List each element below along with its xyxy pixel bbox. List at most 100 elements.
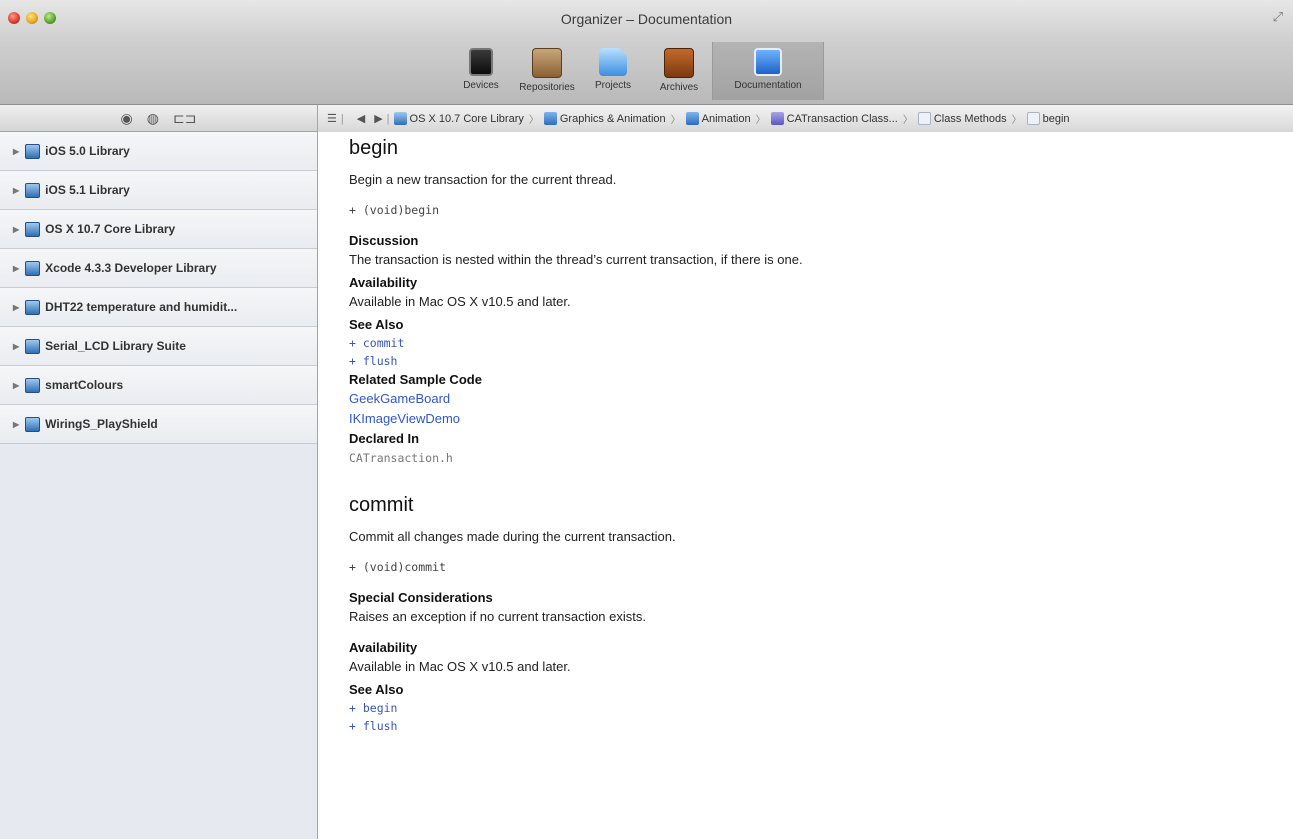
breadcrumb-item[interactable]: begin — [1026, 112, 1070, 125]
library-item[interactable]: ▶ smartColours — [0, 366, 317, 405]
document-icon — [1026, 112, 1040, 125]
library-item[interactable]: ▶ DHT22 temperature and humidit... — [0, 288, 317, 327]
disclosure-triangle-icon[interactable]: ▶ — [13, 381, 19, 390]
chevron-right-icon: 〉 — [902, 115, 913, 126]
sidebar-header: ◉ ◍ ⊏⊐ — [0, 105, 318, 132]
organizer-toolbar: Devices Repositories Projects Archives D… — [448, 42, 824, 100]
library-item[interactable]: ▶ OS X 10.7 Core Library — [0, 210, 317, 249]
back-arrow-icon[interactable]: ◀ — [357, 112, 365, 125]
library-label: iOS 5.1 Library — [45, 183, 130, 197]
archives-label: Archives — [659, 82, 699, 93]
library-label: Xcode 4.3.3 Developer Library — [45, 261, 217, 275]
library-icon — [25, 260, 41, 276]
see-also-link[interactable]: + flush — [349, 352, 1269, 370]
documentation-button[interactable]: Documentation — [712, 42, 824, 100]
forward-arrow-icon[interactable]: ▶ — [374, 112, 382, 125]
book-icon[interactable]: ⊏⊐ — [173, 110, 196, 127]
disclosure-triangle-icon[interactable]: ▶ — [13, 186, 19, 195]
disclosure-triangle-icon[interactable]: ▶ — [13, 225, 19, 234]
folder-icon — [685, 112, 699, 125]
documentation-content[interactable]: begin Begin a new transaction for the cu… — [318, 132, 1293, 839]
breadcrumb-item[interactable]: Graphics & Animation — [543, 112, 666, 125]
availability-heading: Availability — [349, 640, 418, 655]
jump-bar: ☰ | ◀ ▶ | OS X 10.7 Core Library 〉 Graph… — [318, 105, 1293, 133]
availability-text: Available in Mac OS X v10.5 and later. — [349, 659, 571, 674]
method-commit: commit Commit all changes made during th… — [349, 494, 1269, 735]
breadcrumb-item[interactable]: Animation — [685, 112, 751, 125]
method-abstract: Commit all changes made during the curre… — [349, 529, 676, 544]
library-icon — [25, 416, 41, 432]
disclosure-triangle-icon[interactable]: ▶ — [13, 147, 19, 156]
breadcrumb-item[interactable]: CATransaction Class... — [770, 112, 898, 125]
library-item[interactable]: ▶ Xcode 4.3.3 Developer Library — [0, 249, 317, 288]
library-icon — [25, 221, 41, 237]
library-icon — [25, 338, 41, 354]
documentation-icon — [754, 48, 782, 76]
disclosure-triangle-icon[interactable]: ▶ — [13, 264, 19, 273]
repositories-label: Repositories — [519, 82, 575, 93]
library-icon — [25, 143, 41, 159]
discussion-text: The transaction is nested within the thr… — [349, 252, 803, 267]
method-title: begin — [349, 137, 398, 159]
method-declaration: + (void)begin — [349, 203, 440, 217]
fullscreen-icon[interactable]: ⤢ — [1273, 9, 1283, 25]
library-label: OS X 10.7 Core Library — [45, 222, 176, 236]
discussion-heading: Discussion — [349, 233, 419, 248]
library-icon — [25, 377, 41, 393]
related-items-icon[interactable]: ☰ — [327, 112, 337, 125]
chevron-right-icon: 〉 — [755, 115, 766, 126]
library-icon — [25, 182, 41, 198]
special-considerations-text: Raises an exception if no current transa… — [349, 609, 646, 624]
library-item[interactable]: ▶ iOS 5.1 Library — [0, 171, 317, 210]
method-begin: begin Begin a new transaction for the cu… — [349, 137, 1269, 468]
breadcrumb-label: OS X 10.7 Core Library — [409, 112, 524, 125]
projects-button[interactable]: Projects — [580, 42, 646, 100]
disclosure-triangle-icon[interactable]: ▶ — [13, 342, 19, 351]
chevron-right-icon: 〉 — [528, 115, 539, 126]
folder-icon — [543, 112, 557, 125]
library-item[interactable]: ▶ iOS 5.0 Library — [0, 132, 317, 171]
divider: | — [386, 112, 390, 125]
declared-in-file: CATransaction.h — [349, 451, 453, 465]
see-also-link[interactable]: + begin — [349, 699, 1269, 717]
chevron-right-icon: 〉 — [670, 115, 681, 126]
archives-button[interactable]: Archives — [646, 42, 712, 100]
method-abstract: Begin a new transaction for the current … — [349, 172, 617, 187]
sample-code-link[interactable]: GeekGameBoard — [349, 389, 1269, 409]
library-label: DHT22 temperature and humidit... — [45, 300, 238, 314]
see-also-link[interactable]: + flush — [349, 717, 1269, 735]
chevron-right-icon: 〉 — [1011, 115, 1022, 126]
breadcrumb-item[interactable]: Class Methods — [917, 112, 1007, 125]
documentation-label: Documentation — [734, 80, 802, 91]
breadcrumb-label: Graphics & Animation — [559, 112, 666, 125]
breadcrumb-label: begin — [1042, 112, 1070, 125]
library-sidebar: ▶ iOS 5.0 Library ▶ iOS 5.1 Library ▶ OS… — [0, 132, 318, 839]
devices-icon — [469, 48, 493, 76]
bookmark-icon[interactable]: ◍ — [147, 110, 159, 127]
library-item[interactable]: ▶ Serial_LCD Library Suite — [0, 327, 317, 366]
breadcrumb-label: Class Methods — [933, 112, 1007, 125]
divider: | — [340, 112, 344, 125]
declared-in-heading: Declared In — [349, 431, 420, 446]
availability-heading: Availability — [349, 275, 418, 290]
library-item[interactable]: ▶ WiringS_PlayShield — [0, 405, 317, 444]
projects-label: Projects — [594, 80, 632, 91]
library-label: iOS 5.0 Library — [45, 144, 130, 158]
breadcrumb-label: Animation — [701, 112, 751, 125]
disclosure-triangle-icon[interactable]: ▶ — [13, 420, 19, 429]
library-label: smartColours — [45, 378, 124, 392]
disclosure-triangle-icon[interactable]: ▶ — [13, 303, 19, 312]
method-title: commit — [349, 494, 414, 516]
eye-icon[interactable]: ◉ — [121, 110, 133, 127]
see-also-link[interactable]: + commit — [349, 334, 1269, 352]
window-titlebar: Organizer – Documentation ⤢ Devices Repo… — [0, 0, 1293, 105]
breadcrumb-item[interactable]: OS X 10.7 Core Library — [393, 112, 524, 125]
archives-icon — [664, 48, 694, 78]
devices-button[interactable]: Devices — [448, 42, 514, 100]
see-also-heading: See Also — [349, 317, 404, 332]
repositories-button[interactable]: Repositories — [514, 42, 580, 100]
method-declaration: + (void)commit — [349, 560, 446, 574]
repositories-icon — [532, 48, 562, 78]
window-title: Organizer – Documentation — [560, 11, 733, 27]
sample-code-link[interactable]: IKImageViewDemo — [349, 409, 1269, 429]
